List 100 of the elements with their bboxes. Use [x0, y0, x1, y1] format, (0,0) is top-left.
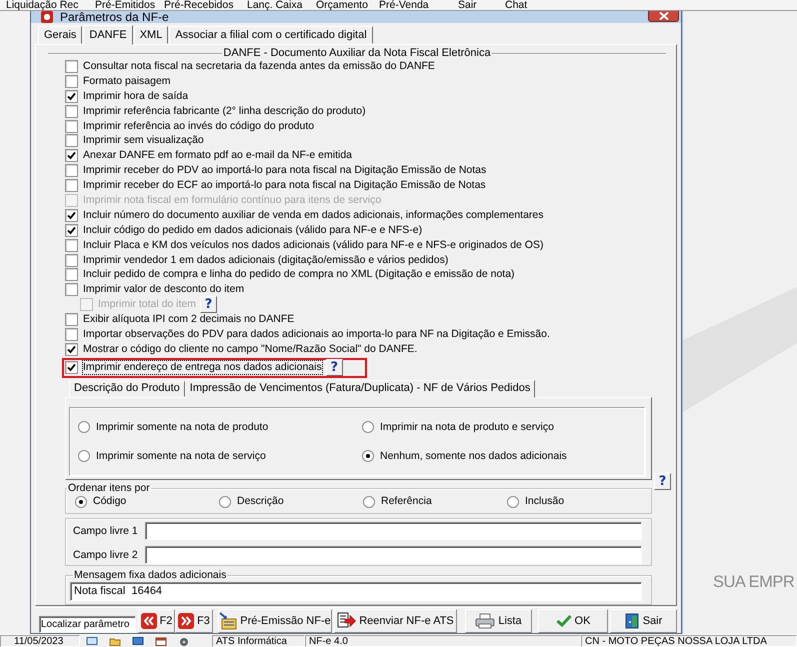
- checkbox[interactable]: [65, 90, 78, 103]
- menu-item[interactable]: Pré-Emitidos: [95, 0, 164, 10]
- group-title: DANFE - Documento Auxiliar da Nota Fiscal Eletrônica: [222, 47, 492, 60]
- status-text: ATS Informática: [212, 635, 305, 647]
- group-title: Mensagem fixa dados adicionais: [73, 568, 228, 582]
- ok-button[interactable]: OK: [538, 608, 608, 633]
- field-label: Campo livre 2: [73, 548, 139, 561]
- field-label: Campo livre 1: [73, 524, 139, 537]
- group-title: Ordenar itens por: [67, 482, 151, 495]
- folder-icon: [109, 636, 121, 646]
- radio-button[interactable]: [363, 496, 375, 508]
- checkbox[interactable]: [65, 328, 78, 341]
- checkbox[interactable]: [65, 134, 78, 148]
- checkbox-label: Imprimir sem visualização: [83, 134, 204, 148]
- tab[interactable]: Associar a filial com o certificado digital: [169, 26, 373, 44]
- checkbox-label: Incluir Placa e KM dos veículos nos dados adicionais (válido para NF-e e NFS-e originados de OS): [83, 238, 544, 252]
- checkbox-label: Imprimir hora de saída: [83, 90, 188, 103]
- radio-label: Imprimir somente na nota de produto: [96, 420, 268, 434]
- checkbox-label: Incluir código do pedido em dados adicionais (válido para NF-e e NFS-e): [83, 224, 422, 237]
- radio-button[interactable]: [75, 496, 87, 508]
- disc-icon: [178, 636, 190, 646]
- check-icon: [556, 614, 572, 628]
- radio-button[interactable]: [78, 421, 90, 434]
- radio-button[interactable]: [507, 496, 519, 508]
- checkbox[interactable]: [65, 254, 78, 267]
- status-text: CN - MOTO PEÇAS NOSSA LOJA LTDA: [581, 635, 797, 647]
- radio-label: Código: [93, 495, 126, 508]
- checkbox[interactable]: [65, 342, 78, 356]
- radio-label: Imprimir somente na nota de serviço: [96, 450, 266, 463]
- radio-button[interactable]: [362, 421, 374, 434]
- checkbox-label: Consultar nota fiscal na secretaria da fazenda antes da emissão do DANFE: [83, 60, 435, 73]
- text-field[interactable]: Nota fiscal 16464: [70, 582, 642, 601]
- brand-text: SUA EMPR: [713, 573, 794, 592]
- checkbox[interactable]: [65, 238, 78, 252]
- pre-emission-button[interactable]: Pré-Emissão NF-e: [218, 608, 332, 633]
- checkbox[interactable]: [65, 179, 78, 192]
- radio-label: Inclusão: [525, 495, 564, 508]
- monitor-icon: [132, 636, 144, 646]
- previous-button[interactable]: F2: [138, 608, 175, 633]
- text-field[interactable]: [145, 522, 642, 540]
- tab[interactable]: DANFE: [83, 25, 133, 45]
- exit-button[interactable]: Sair: [610, 608, 677, 633]
- menu-item[interactable]: Orçamento: [316, 0, 379, 10]
- checkbox-label: Incluir pedido de compra e linha do pedido de compra no XML (Digitação e emissão de nota): [83, 268, 515, 282]
- close-button[interactable]: [648, 11, 679, 22]
- list-button[interactable]: Lista: [465, 608, 532, 633]
- radio-label: Nenhum, somente nos dados adicionais: [380, 450, 567, 463]
- checkbox[interactable]: [65, 60, 78, 73]
- menu-item[interactable]: Pré-Venda: [379, 0, 458, 10]
- checkbox[interactable]: [65, 313, 78, 326]
- monitor-icon: [86, 636, 98, 646]
- help-button[interactable]: ?: [654, 472, 671, 490]
- tab[interactable]: XML: [134, 26, 168, 44]
- radio-button[interactable]: [362, 450, 374, 462]
- printer-icon: [475, 612, 496, 629]
- next-button[interactable]: F3: [175, 608, 213, 633]
- menu-item[interactable]: Liquidação Rec: [6, 0, 95, 10]
- status-text: NF-e 4.0: [305, 635, 581, 647]
- checkbox-label: Anexar DANFE em formato pdf ao e-mail da NF-e emitida: [83, 149, 352, 162]
- checkbox-label: Mostrar o código do cliente no campo "Nome/Razão Social" do DANFE.: [83, 342, 418, 356]
- double-left-chevron-icon: [140, 612, 157, 629]
- checkbox[interactable]: [65, 361, 78, 374]
- status-text: 11/05/2023: [0, 635, 80, 647]
- tab[interactable]: Gerais: [38, 26, 82, 44]
- checkbox-label: Imprimir receber do ECF ao importá-lo para nota fiscal na Digitação Emissão de Notas: [83, 179, 486, 192]
- checkbox-label: Imprimir receber do PDV ao importá-lo para nota fiscal na Digitação Emissão de Notas: [83, 164, 486, 178]
- checkbox-label: Imprimir vendedor 1 em dados adicionais (digitação/emissão e vários pedidos): [83, 254, 448, 267]
- double-right-chevron-icon: [178, 612, 194, 629]
- checkbox[interactable]: [65, 120, 78, 132]
- checkbox[interactable]: [65, 149, 78, 162]
- checkbox-label: Imprimir total do item: [98, 298, 196, 312]
- checkbox[interactable]: [65, 104, 78, 118]
- search-field[interactable]: Localizar parâmetro: [39, 616, 136, 633]
- checkbox[interactable]: [65, 268, 78, 282]
- checkbox-label: Imprimir valor de desconto do item: [83, 283, 244, 296]
- window-title: Parâmetros da NF-e: [60, 11, 170, 23]
- checkbox-label: Exibir alíquota IPI com 2 decimais no DANFE: [83, 313, 294, 326]
- resend-button[interactable]: Reenviar NF-e ATS: [334, 608, 457, 633]
- checkbox-label: Imprimir referência ao invés do código do produto: [83, 120, 314, 132]
- menu-item[interactable]: Pré-Recebidos: [164, 0, 247, 10]
- checkbox-label: Imprimir nota fiscal em formulário contínuo para itens de serviço: [83, 194, 382, 207]
- menu-item[interactable]: Sair: [458, 0, 505, 10]
- checkbox[interactable]: [65, 224, 78, 237]
- menu-item[interactable]: Chat: [505, 0, 797, 10]
- door-icon: [624, 612, 640, 629]
- checkbox[interactable]: [65, 164, 78, 178]
- checkbox[interactable]: [65, 74, 78, 88]
- help-button[interactable]: ?: [326, 359, 343, 376]
- menu-item[interactable]: Lanç. Caixa: [247, 0, 316, 10]
- folder-arrow-icon: [219, 612, 238, 630]
- checkbox-label: Formato paisagem: [83, 74, 171, 88]
- tab[interactable]: Impressão de Vencimentos (Fatura/Duplicata) - NF de Vários Pedidos: [184, 380, 536, 398]
- text-field[interactable]: [145, 546, 642, 564]
- radio-button[interactable]: [78, 450, 90, 462]
- tab[interactable]: Descrição do Produto: [69, 380, 185, 397]
- radio-label: Descrição: [237, 495, 284, 508]
- radio-button[interactable]: [219, 496, 231, 508]
- radio-label: Imprimir na nota de produto e serviço: [380, 420, 554, 434]
- checkbox[interactable]: [65, 208, 78, 222]
- checkbox[interactable]: [65, 283, 78, 296]
